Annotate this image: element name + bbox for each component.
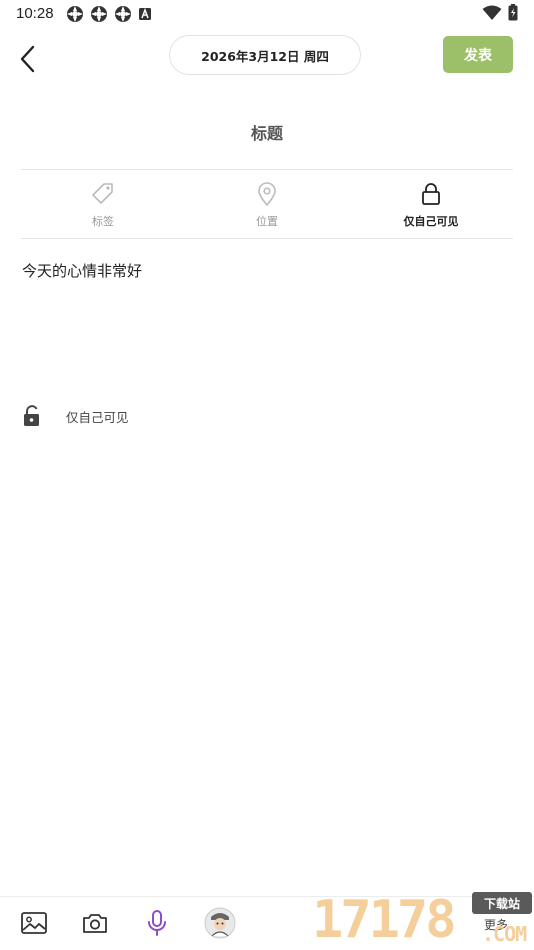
insert-image-button[interactable] <box>16 907 52 939</box>
notification-icons <box>66 5 152 23</box>
tag-icon <box>92 183 113 204</box>
unlock-icon <box>24 405 39 426</box>
location-option-label: 位置 <box>256 215 278 228</box>
app-notification-icon <box>115 6 131 22</box>
microphone-icon <box>148 910 166 936</box>
keyboard-a-icon <box>139 7 151 20</box>
date-selector[interactable]: 2026年3月12日 周四 <box>169 35 361 75</box>
divider <box>21 238 513 239</box>
location-pin-icon <box>258 182 276 207</box>
image-icon <box>21 912 47 934</box>
watermark-number: 17178 <box>312 890 457 950</box>
tag-option-label: 标签 <box>92 215 114 228</box>
app-notification-icon <box>91 6 107 22</box>
wifi-icon <box>482 5 502 20</box>
back-button[interactable] <box>12 42 42 76</box>
publish-button[interactable]: 发表 <box>443 36 513 73</box>
location-option[interactable]: 位置 <box>185 170 349 238</box>
status-indicators <box>482 4 518 21</box>
lock-icon <box>422 183 440 205</box>
content-editor[interactable]: 今天的心情非常好 <box>22 260 142 281</box>
battery-icon <box>508 4 518 21</box>
voice-input-button[interactable] <box>139 907 175 939</box>
tag-option[interactable]: 标签 <box>21 170 185 238</box>
title-input[interactable]: 标题 <box>20 110 514 154</box>
status-time: 10:28 <box>16 5 54 22</box>
app-notification-icon <box>67 6 83 22</box>
post-options: 标签 位置 仅自己可见 <box>21 170 513 238</box>
privacy-indicator: 仅自己可见 <box>22 405 129 427</box>
watermark-com: .COM <box>482 922 527 946</box>
camera-button[interactable] <box>77 907 113 939</box>
avatar-sticker-icon <box>204 907 236 939</box>
status-bar: 10:28 <box>0 0 534 28</box>
visibility-option[interactable]: 仅自己可见 <box>349 170 513 238</box>
camera-icon <box>83 914 107 933</box>
privacy-label: 仅自己可见 <box>66 409 129 425</box>
site-watermark: 17178 下载站 更多 .COM <box>312 888 534 950</box>
sticker-button[interactable] <box>202 907 238 939</box>
chevron-left-icon <box>20 45 35 73</box>
visibility-option-label: 仅自己可见 <box>403 215 459 228</box>
watermark-tag: 下载站 <box>472 892 532 914</box>
